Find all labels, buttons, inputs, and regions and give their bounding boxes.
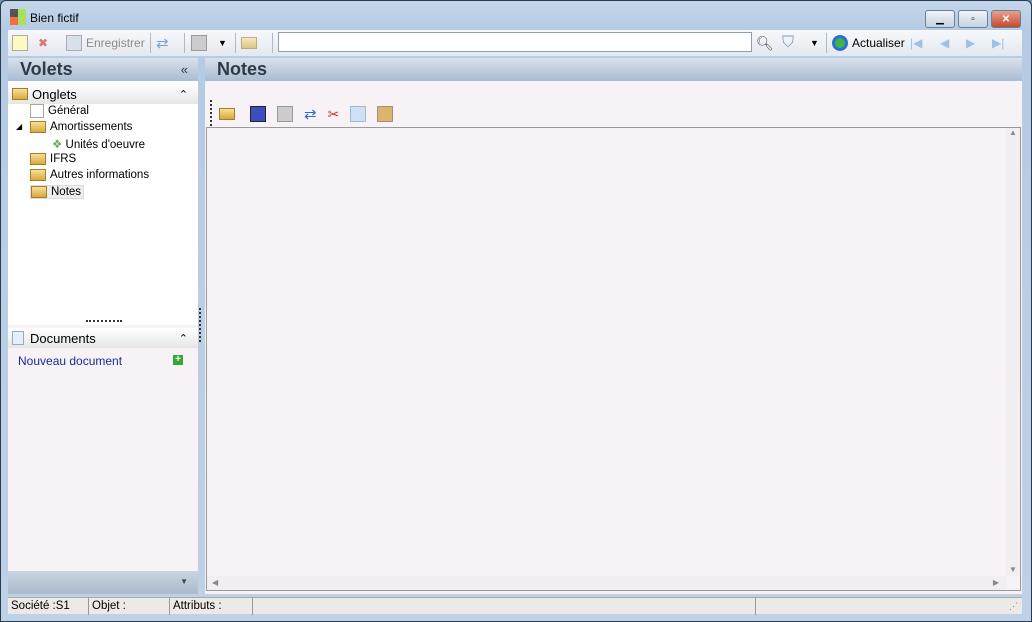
sync-icon[interactable]: ⇄ bbox=[156, 34, 169, 52]
collapse-documents-icon[interactable]: ⌃ bbox=[179, 332, 188, 345]
status-empty bbox=[253, 598, 756, 615]
filter-icon[interactable]: ⛉ bbox=[782, 34, 794, 52]
app-logo-icon bbox=[10, 9, 18, 25]
first-record-icon[interactable]: |◀ bbox=[910, 34, 922, 52]
search-icon[interactable]: 🔍︎ bbox=[756, 34, 774, 52]
onglets-header[interactable]: Onglets ⌃ bbox=[8, 84, 198, 104]
print-dropdown-icon[interactable]: ▼ bbox=[218, 34, 227, 52]
status-societe: Société :S1 bbox=[8, 598, 89, 615]
delete-icon[interactable]: ✖ bbox=[38, 34, 48, 52]
save-icon[interactable] bbox=[250, 106, 266, 122]
volets-header: Volets « bbox=[8, 58, 198, 81]
left-pane: Volets « Onglets ⌃ Général ◢ Amortissement… bbox=[8, 58, 198, 594]
new-document-link[interactable]: Nouveau document bbox=[18, 354, 122, 368]
status-bar: Société :S1 Objet : Attributs : ⋰ bbox=[8, 597, 1022, 615]
main-toolbar: ✖ Enregistrer ⇄ ▼ 🔍︎ ⛉ ▼ Actualiser |◀ ◀… bbox=[8, 30, 1022, 56]
refresh-label: Actualiser bbox=[852, 36, 905, 50]
tree-item-general[interactable]: Général bbox=[30, 104, 89, 118]
previous-record-icon[interactable]: ◀ bbox=[940, 34, 949, 52]
onglets-label: Onglets bbox=[32, 86, 77, 102]
window-title: Bien fictif bbox=[30, 11, 79, 25]
tree-item-amortissements[interactable]: Amortissements bbox=[30, 121, 132, 133]
resize-grip-icon[interactable]: ⋰ bbox=[1006, 598, 1022, 615]
tree-item-notes[interactable]: Notes bbox=[30, 185, 85, 200]
vertical-scrollbar[interactable]: ▲ ▼ bbox=[1006, 128, 1020, 576]
tree-item-ifrs[interactable]: IFRS bbox=[30, 153, 76, 165]
maximize-button[interactable]: ▫ bbox=[958, 10, 988, 28]
expand-icon[interactable]: ◢ bbox=[16, 122, 22, 131]
last-record-icon[interactable]: ▶| bbox=[992, 34, 1004, 52]
close-button[interactable]: ✕ bbox=[991, 10, 1021, 28]
documents-header[interactable]: Documents ⌃ bbox=[8, 328, 198, 348]
print-icon[interactable] bbox=[277, 106, 293, 122]
collapse-section-icon[interactable]: ⌃ bbox=[179, 88, 188, 101]
notes-editor[interactable]: ▲ ▼ ◀ ▶ bbox=[206, 127, 1021, 591]
cut-icon[interactable]: ✂ bbox=[328, 106, 340, 123]
general-icon bbox=[30, 104, 44, 118]
horizontal-scrollbar[interactable]: ◀ ▶ bbox=[207, 576, 1007, 590]
collapse-pane-button[interactable]: « bbox=[181, 58, 188, 81]
volets-title: Volets bbox=[20, 59, 73, 79]
units-icon: ❖ bbox=[52, 139, 66, 151]
notes-title: Notes bbox=[217, 59, 268, 79]
documents-label: Documents bbox=[30, 330, 96, 346]
pane-footer: ▼ bbox=[8, 571, 198, 594]
main-pane: Notes ⇄ ✂ ▲ ▼ ◀ ▶ bbox=[205, 58, 1022, 594]
minimize-button[interactable]: ▁ bbox=[925, 10, 955, 28]
pane-menu-dropdown-icon[interactable]: ▼ bbox=[180, 577, 188, 586]
vertical-splitter[interactable] bbox=[199, 308, 201, 342]
editor-toolbar: ⇄ ✂ bbox=[219, 105, 394, 123]
filter-dropdown-icon[interactable]: ▼ bbox=[810, 34, 819, 52]
search-input[interactable] bbox=[278, 32, 752, 52]
refresh-icon bbox=[832, 35, 848, 51]
save-label: Enregistrer bbox=[86, 36, 145, 50]
save-icon bbox=[66, 35, 82, 51]
folder-icon[interactable] bbox=[241, 34, 261, 52]
document-icon bbox=[12, 331, 24, 345]
tree-item-unites[interactable]: ❖ Unités d'oeuvre bbox=[52, 137, 145, 151]
print-icon[interactable] bbox=[191, 34, 207, 52]
status-objet: Objet : bbox=[89, 598, 170, 615]
notes-header: Notes bbox=[205, 58, 1022, 81]
copy-icon[interactable] bbox=[350, 106, 367, 122]
refresh-button[interactable]: Actualiser bbox=[832, 34, 905, 52]
tree-item-autres[interactable]: Autres informations bbox=[30, 169, 149, 181]
next-record-icon[interactable]: ▶ bbox=[966, 34, 975, 52]
add-document-icon[interactable]: + bbox=[173, 355, 183, 365]
status-attributs: Attributs : bbox=[170, 598, 253, 615]
new-icon[interactable] bbox=[12, 34, 28, 52]
refresh-icon[interactable]: ⇄ bbox=[304, 105, 317, 123]
app-logo-icon-2 bbox=[18, 9, 26, 25]
splitter-handle[interactable] bbox=[86, 320, 122, 322]
paste-icon[interactable] bbox=[377, 106, 394, 122]
open-icon[interactable] bbox=[219, 108, 235, 120]
save-button[interactable]: Enregistrer bbox=[66, 34, 145, 52]
